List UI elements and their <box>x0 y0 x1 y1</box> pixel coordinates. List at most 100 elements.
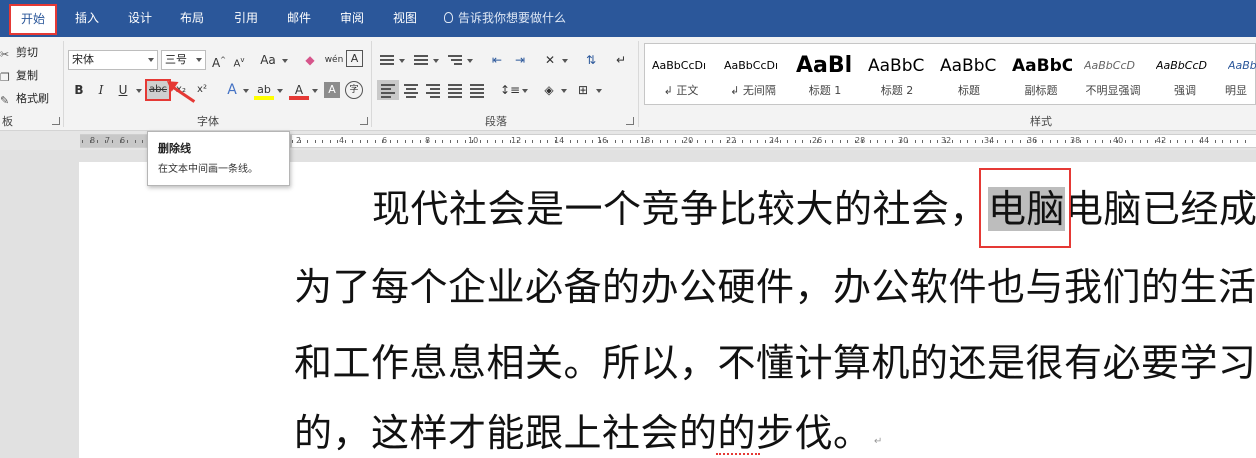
style-normal[interactable]: AaBbCcDı ↲ 正文 <box>645 44 717 104</box>
style-intense-emphasis[interactable]: AaBb 明显 <box>1221 44 1256 104</box>
font-dialog-launcher[interactable] <box>360 117 368 125</box>
ruler-tick <box>112 140 113 143</box>
tab-insert[interactable]: 插入 <box>75 9 99 27</box>
borders-button[interactable]: ⊞ <box>572 80 594 100</box>
style-subtitle[interactable]: AaBbC 副标题 <box>1005 44 1077 104</box>
chinese-layout-icon: ✕ <box>544 53 556 67</box>
tab-view[interactable]: 视图 <box>393 9 417 27</box>
format-painter-button[interactable]: ✎ 格式刷 <box>0 90 49 107</box>
ruler-tick <box>367 140 368 143</box>
paragraph-mark: ↵ <box>874 436 883 447</box>
tab-layout[interactable]: 布局 <box>180 9 204 27</box>
align-right-icon <box>426 84 440 98</box>
increase-indent-button[interactable]: ⇥ <box>510 50 530 70</box>
justify-button[interactable] <box>444 80 466 100</box>
sort-button[interactable]: ⇅ <box>581 50 601 70</box>
tab-references[interactable]: 引用 <box>234 9 258 27</box>
distributed-button[interactable] <box>466 80 488 100</box>
ruler-tick <box>442 140 443 143</box>
chevron-down-icon[interactable] <box>243 89 249 93</box>
copy-button[interactable]: ❐ 复制 <box>0 67 38 84</box>
chevron-down-icon[interactable] <box>522 89 528 93</box>
italic-button[interactable]: I <box>91 80 111 100</box>
ruler-tick <box>997 140 998 143</box>
style-subtle-emphasis[interactable]: AaBbCcD 不明显强调 <box>1077 44 1149 104</box>
chevron-down-icon[interactable] <box>282 59 288 63</box>
font-name-combo[interactable]: 宋体 <box>68 50 158 70</box>
ruler-tick <box>457 140 458 143</box>
font-group-label: 字体 <box>197 115 219 128</box>
change-case-button[interactable]: Aa <box>256 50 280 70</box>
clipboard-dialog-launcher[interactable] <box>52 117 60 125</box>
character-border-button[interactable]: A <box>346 50 363 67</box>
text-effects-button[interactable]: A <box>222 80 242 100</box>
shrink-font-button[interactable]: Av <box>229 50 249 70</box>
chevron-down-icon[interactable] <box>312 89 318 93</box>
ruler-tick <box>1244 140 1246 143</box>
chevron-down-icon[interactable] <box>136 89 142 93</box>
cut-button[interactable]: ✂ 剪切 <box>0 44 38 61</box>
font-size-combo[interactable]: 三号 <box>161 50 206 70</box>
ruler-tick <box>892 140 893 143</box>
sort-icon: ⇅ <box>585 53 597 67</box>
chevron-down-icon[interactable] <box>561 89 567 93</box>
chevron-down-icon[interactable] <box>433 59 439 63</box>
tell-me-box[interactable]: 告诉我你想要做什么 <box>444 9 566 27</box>
multilevel-list-button[interactable] <box>448 54 462 66</box>
paragraph-group-label: 段落 <box>485 115 507 128</box>
align-left-button[interactable] <box>377 80 399 100</box>
doc-line-1[interactable]: 现代社会是一个竞争比较大的社会，电脑电脑已经成 <box>372 186 1256 232</box>
phonetic-guide-button[interactable]: wén <box>324 50 344 70</box>
ruler-tick <box>1094 140 1096 143</box>
paragraph-dialog-launcher[interactable] <box>626 117 634 125</box>
character-shading-button[interactable]: A <box>324 82 340 98</box>
style-emphasis[interactable]: AaBbCcD 强调 <box>1149 44 1221 104</box>
style-sample: AaBbCcD <box>1156 59 1207 72</box>
chevron-down-icon[interactable] <box>562 59 568 63</box>
bold-button[interactable]: B <box>69 80 89 100</box>
shading-button[interactable]: ◈ <box>538 80 560 100</box>
ruler-tick <box>884 140 886 143</box>
enclose-characters-button[interactable]: 字 <box>345 81 363 99</box>
doc-line-2[interactable]: 为了每个企业必备的办公硬件，办公软件也与我们的生活 <box>294 264 1256 310</box>
align-center-button[interactable] <box>400 80 422 100</box>
chevron-down-icon[interactable] <box>399 59 405 63</box>
ruler-tick <box>592 140 593 143</box>
tab-design[interactable]: 设计 <box>128 9 152 27</box>
doc-line-3[interactable]: 和工作息息相关。所以，不懂计算机的还是很有必要学习 <box>294 340 1256 386</box>
underline-button[interactable]: U <box>113 80 133 100</box>
ruler-number: 14 <box>554 136 565 145</box>
tab-home[interactable]: 开始 <box>9 4 57 35</box>
chevron-down-icon[interactable] <box>467 59 473 63</box>
text-highlight-button[interactable]: ab <box>254 80 274 100</box>
chevron-down-icon <box>196 58 202 62</box>
doc-line-4[interactable]: 的，这样才能跟上社会的的步伐。 <box>294 410 872 456</box>
font-color-button[interactable]: A <box>289 80 309 100</box>
line-spacing-button[interactable]: ↕≡ <box>499 80 521 100</box>
ruler-tick <box>344 140 346 143</box>
style-title[interactable]: AaBbC 标题 <box>933 44 1005 104</box>
chinese-layout-button[interactable]: ✕ <box>540 50 560 70</box>
ruler-tick <box>1214 140 1216 143</box>
show-marks-button[interactable]: ↵ <box>611 50 631 70</box>
ruler-tick <box>674 140 676 143</box>
clear-formatting-button[interactable]: ◆ <box>300 50 320 70</box>
tab-review[interactable]: 审阅 <box>340 9 364 27</box>
ruler-number: 22 <box>726 136 737 145</box>
grow-font-button[interactable]: A^ <box>209 50 229 70</box>
style-no-spacing[interactable]: AaBbCcDı ↲ 无间隔 <box>717 44 789 104</box>
style-sample: AaBbC <box>940 56 997 76</box>
style-heading-1[interactable]: AaBl 标题 1 <box>789 44 861 104</box>
numbering-button[interactable] <box>414 54 428 66</box>
bullets-button[interactable] <box>380 54 394 66</box>
decrease-indent-button[interactable]: ⇤ <box>487 50 507 70</box>
tab-mailings[interactable]: 邮件 <box>287 9 311 27</box>
align-right-button[interactable] <box>422 80 444 100</box>
justify-icon <box>448 84 462 98</box>
ruler-tick <box>757 140 758 143</box>
chevron-down-icon[interactable] <box>277 89 283 93</box>
ruler-number: 26 <box>812 136 823 145</box>
chevron-down-icon[interactable] <box>596 89 602 93</box>
style-heading-2[interactable]: AaBbC 标题 2 <box>861 44 933 104</box>
superscript-button[interactable]: x² <box>192 80 212 100</box>
